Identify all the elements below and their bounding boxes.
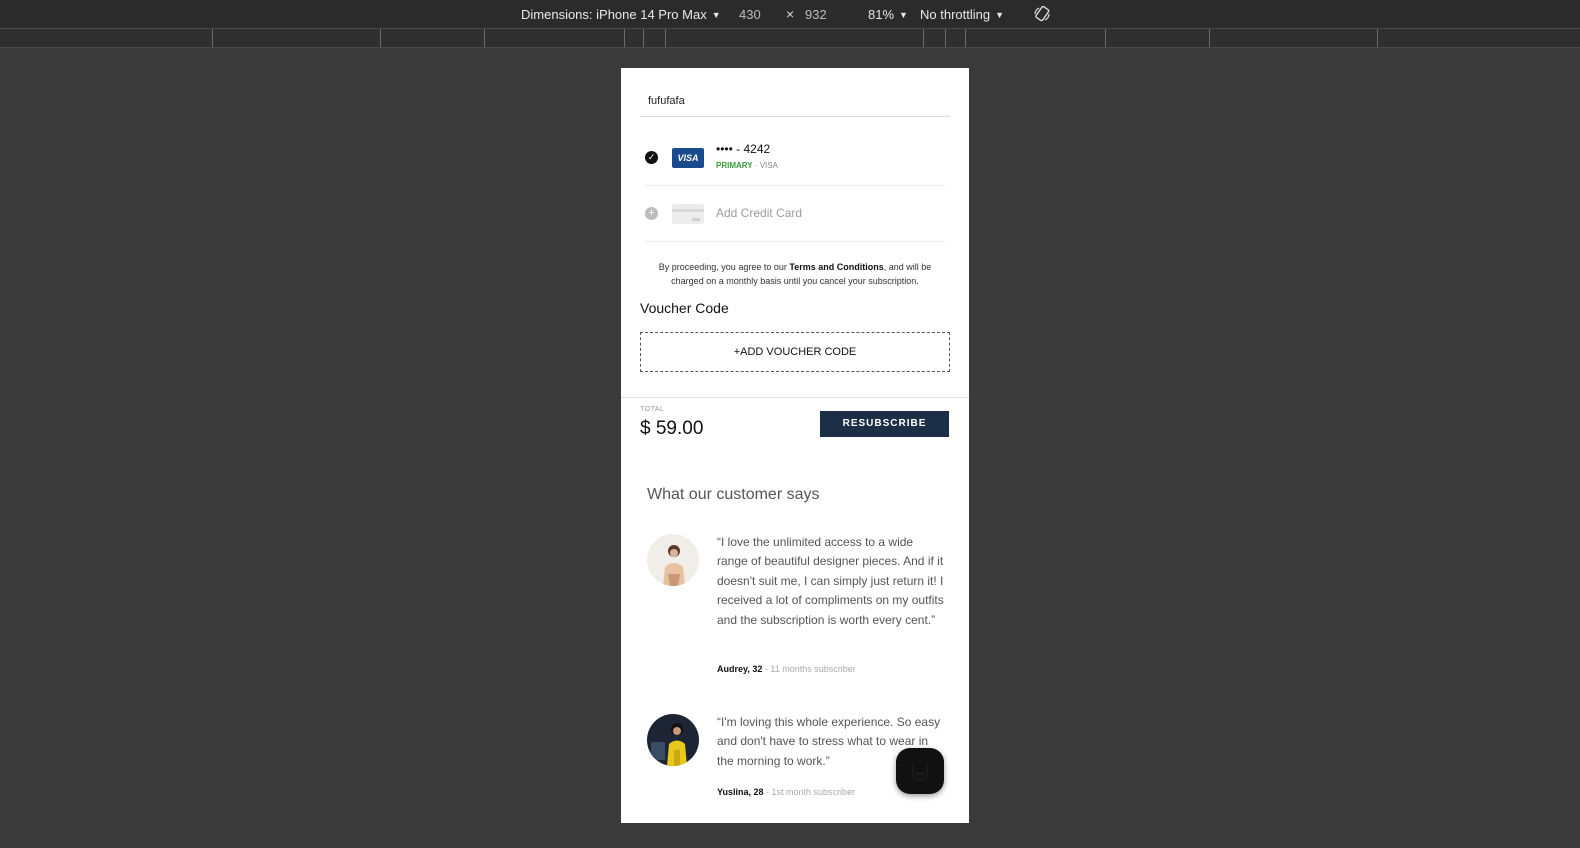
throttling-select[interactable]: No throttling ▼ [920, 7, 1004, 22]
avatar [647, 534, 699, 586]
dimension-separator: × [786, 6, 795, 22]
terms-notice: By proceeding, you agree to our Terms an… [658, 262, 932, 286]
terms-link[interactable]: Terms and Conditions [789, 262, 883, 272]
author-name: Audrey, 32 [717, 664, 763, 674]
media-query-ruler [0, 29, 1580, 48]
checkmark-icon: ✓ [645, 151, 658, 164]
card-meta: PRIMARY · VISA [716, 161, 778, 170]
primary-tag: PRIMARY [716, 161, 753, 170]
card-masked-number: •••• - 4242 [716, 142, 771, 156]
author-meta: - 11 months subscriber [762, 664, 856, 674]
voucher-title: Voucher Code [640, 300, 729, 316]
testimonial-author: Yuslina, 28 - 1st month subscriber [717, 787, 855, 797]
devtools-device-toolbar: Dimensions: iPhone 14 Pro Max ▼ 430 × 932… [0, 0, 1580, 29]
card-meta-separator: · [752, 161, 760, 170]
device-dimensions-label: Dimensions: iPhone 14 Pro Max [521, 7, 707, 22]
saved-card-option[interactable]: ✓ VISA •••• - 4242 PRIMARY · VISA [645, 140, 945, 182]
chat-widget-button[interactable] [896, 748, 944, 794]
add-credit-card-option[interactable]: + Add Credit Card [645, 198, 945, 234]
rotate-device-icon[interactable] [1033, 5, 1051, 23]
testimonial-quote: “I love the unlimited access to a wide r… [717, 535, 944, 627]
credit-card-icon [672, 204, 704, 224]
device-height-input[interactable]: 932 [805, 7, 827, 22]
total-label: TOTAL [640, 406, 665, 413]
zoom-select[interactable]: 81% ▼ [868, 7, 908, 22]
testimonials-title: What our customer says [647, 486, 820, 503]
zoom-label: 81% [868, 7, 895, 22]
add-voucher-button[interactable]: +ADD VOUCHER CODE [640, 332, 950, 372]
divider [621, 397, 969, 398]
author-meta: - 1st month subscriber [763, 787, 856, 797]
divider [645, 241, 945, 242]
chevron-down-icon: ▼ [899, 10, 908, 20]
visa-logo: VISA [672, 148, 704, 168]
add-credit-card-label: Add Credit Card [716, 206, 803, 220]
cardholder-name-field[interactable]: fufufafa [648, 95, 685, 107]
device-dimensions-select[interactable]: Dimensions: iPhone 14 Pro Max ▼ [521, 7, 721, 22]
resubscribe-button[interactable]: RESUBSCRIBE [820, 411, 949, 437]
plus-icon: + [645, 207, 658, 220]
divider [645, 185, 945, 186]
chat-smile-icon [912, 764, 928, 781]
avatar [647, 714, 699, 766]
throttling-label: No throttling [920, 7, 991, 22]
device-width-input[interactable]: 430 [739, 7, 761, 22]
author-name: Yuslina, 28 [717, 787, 764, 797]
card-brand-label: VISA [759, 161, 778, 170]
device-viewport: fufufafa ✓ VISA •••• - 4242 PRIMARY · VI… [621, 68, 969, 823]
chevron-down-icon: ▼ [711, 10, 721, 20]
field-underline [640, 116, 950, 117]
testimonial-author: Audrey, 32 - 11 months subscriber [717, 664, 856, 674]
chevron-down-icon: ▼ [995, 10, 1005, 20]
total-amount: $ 59.00 [640, 418, 704, 439]
